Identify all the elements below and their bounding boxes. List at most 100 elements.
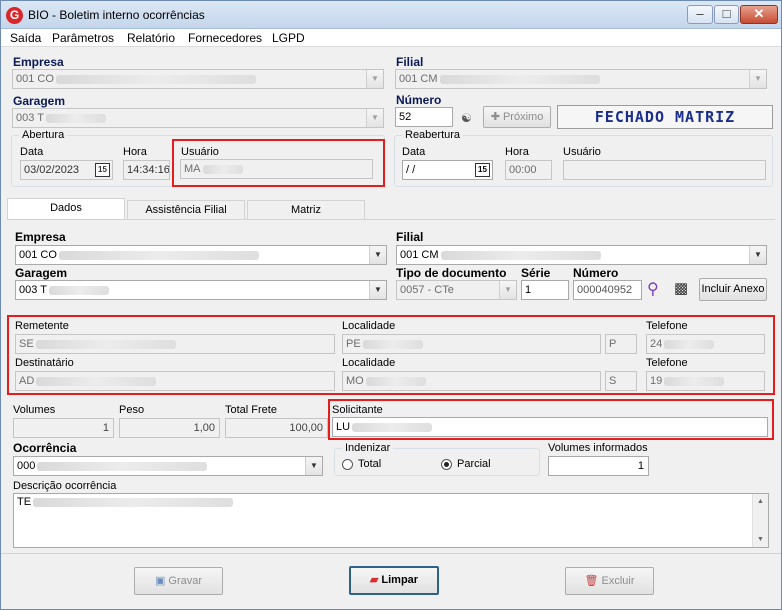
header-numero-label: Número bbox=[396, 93, 442, 107]
close-button[interactable]: ✕ bbox=[740, 5, 778, 24]
dados-empresa-value: 001 CO bbox=[19, 249, 57, 261]
reabertura-hora-input[interactable]: 00:00 bbox=[505, 160, 552, 180]
chevron-down-icon[interactable]: ▼ bbox=[366, 109, 383, 127]
indenizar-parcial-radio[interactable] bbox=[441, 459, 452, 470]
indenizar-title: Indenizar bbox=[342, 442, 394, 454]
descricao-scrollbar[interactable]: ▲ ▼ bbox=[752, 494, 768, 547]
tipo-doc-select[interactable]: 0057 - CTe ▼ bbox=[396, 280, 517, 300]
abertura-hora-label: Hora bbox=[123, 146, 147, 158]
proximo-label: Próximo bbox=[502, 111, 544, 123]
scroll-down-icon[interactable]: ▼ bbox=[753, 532, 768, 547]
volumes-informados-input[interactable]: 1 bbox=[548, 456, 649, 476]
descricao-textarea[interactable]: TE ▲ ▼ bbox=[13, 493, 769, 548]
app-logo-icon: G bbox=[6, 7, 23, 24]
chevron-down-icon[interactable]: ▼ bbox=[499, 281, 516, 299]
header-filial-select[interactable]: 001 CM ▼ bbox=[395, 69, 767, 89]
gravar-button[interactable]: ▣ Gravar bbox=[134, 567, 223, 595]
menu-parametros[interactable]: Parâmetros bbox=[52, 31, 114, 45]
tipo-doc-label: Tipo de documento bbox=[396, 266, 507, 280]
incluir-anexo-button[interactable]: Incluir Anexo bbox=[699, 278, 767, 301]
menu-lgpd[interactable]: LGPD bbox=[272, 31, 305, 45]
abertura-title: Abertura bbox=[19, 129, 68, 141]
chevron-down-icon[interactable]: ▼ bbox=[369, 246, 386, 264]
abertura-hora-input[interactable]: 14:34:16 bbox=[123, 160, 170, 180]
serie-input[interactable]: 1 bbox=[521, 280, 569, 300]
dados-empresa-label: Empresa bbox=[15, 230, 66, 244]
indenizar-total-radio[interactable] bbox=[342, 459, 353, 470]
chevron-down-icon[interactable]: ▼ bbox=[369, 281, 386, 299]
abertura-data-label: Data bbox=[20, 146, 44, 158]
chevron-down-icon[interactable]: ▼ bbox=[305, 457, 322, 475]
dados-garagem-select[interactable]: 003 T ▼ bbox=[15, 280, 387, 300]
indenizar-total-label[interactable]: Total bbox=[358, 458, 381, 470]
tipo-doc-value: 0057 - CTe bbox=[400, 284, 454, 296]
scanner-icon[interactable]: ▩ bbox=[674, 279, 688, 297]
chevron-down-icon[interactable]: ▼ bbox=[366, 70, 383, 88]
eraser-icon: ▰ bbox=[369, 574, 382, 586]
limpar-label: Limpar bbox=[381, 574, 419, 586]
header-empresa-label: Empresa bbox=[13, 55, 64, 69]
proximo-button[interactable]: ✚ Próximo bbox=[483, 106, 551, 128]
chevron-down-icon[interactable]: ▼ bbox=[749, 246, 766, 264]
tab-matriz[interactable]: Matriz bbox=[247, 200, 365, 220]
menu-relatorio[interactable]: Relatório bbox=[127, 31, 175, 45]
serie-label: Série bbox=[521, 266, 551, 280]
title-bar[interactable]: G BIO - Boletim interno ocorrências – □ … bbox=[1, 1, 781, 29]
calendar-icon[interactable]: 15 bbox=[95, 163, 110, 177]
tab-strip: Dados Assistência Filial Matriz bbox=[7, 198, 775, 220]
dados-garagem-label: Garagem bbox=[15, 266, 68, 280]
total-frete-input[interactable]: 100,00 bbox=[225, 418, 328, 438]
ocorrencia-select[interactable]: 000 ▼ bbox=[13, 456, 323, 476]
abertura-data-input[interactable]: 03/02/2023 15 bbox=[20, 160, 113, 180]
minimize-button[interactable]: – bbox=[687, 5, 713, 24]
ocorrencia-label: Ocorrência bbox=[13, 441, 77, 455]
header-garagem-label: Garagem bbox=[13, 94, 66, 108]
tab-dados[interactable]: Dados bbox=[7, 198, 125, 220]
footer-divider bbox=[1, 553, 781, 554]
reabertura-data-value: / / bbox=[406, 164, 416, 176]
peso-input[interactable]: 1,00 bbox=[119, 418, 220, 438]
indenizar-parcial-label[interactable]: Parcial bbox=[457, 458, 491, 470]
descricao-label: Descrição ocorrência bbox=[13, 480, 117, 492]
reabertura-data-input[interactable]: / / 15 bbox=[402, 160, 493, 180]
excluir-label: Excluir bbox=[601, 575, 635, 587]
header-numero-input[interactable]: 52 bbox=[395, 107, 453, 127]
tab-assistencia-filial[interactable]: Assistência Filial bbox=[127, 200, 245, 220]
menu-bar: Saída Parâmetros Relatório Fornecedores … bbox=[1, 29, 781, 47]
reabertura-usuario-label: Usuário bbox=[563, 146, 601, 158]
abertura-data-value: 03/02/2023 bbox=[24, 164, 80, 176]
maximize-button[interactable]: □ bbox=[714, 5, 739, 24]
menu-saida[interactable]: Saída bbox=[10, 31, 41, 45]
dados-filial-label: Filial bbox=[396, 230, 424, 244]
scroll-up-icon[interactable]: ▲ bbox=[753, 494, 768, 509]
dados-garagem-value: 003 T bbox=[19, 284, 47, 296]
header-empresa-select[interactable]: 001 CO ▼ bbox=[12, 69, 384, 89]
dados-numero-input[interactable]: 000040952 bbox=[573, 280, 642, 300]
header-empresa-value: 001 CO bbox=[16, 73, 54, 85]
dados-filial-value: 001 CM bbox=[400, 249, 439, 261]
header-garagem-select[interactable]: 003 T ▼ bbox=[12, 108, 384, 128]
reabertura-usuario-input[interactable] bbox=[563, 160, 766, 180]
descricao-value: TE bbox=[17, 496, 32, 508]
calendar-icon[interactable]: 15 bbox=[475, 163, 490, 177]
header-filial-value: 001 CM bbox=[399, 73, 438, 85]
menu-fornecedores[interactable]: Fornecedores bbox=[188, 31, 262, 45]
limpar-button[interactable]: ▰ Limpar bbox=[349, 566, 439, 595]
total-frete-label: Total Frete bbox=[225, 404, 277, 416]
reabertura-data-label: Data bbox=[402, 146, 426, 158]
dados-empresa-select[interactable]: 001 CO ▼ bbox=[15, 245, 387, 265]
excluir-button[interactable]: 🗑 Excluir bbox=[565, 567, 654, 595]
main-window: G BIO - Boletim interno ocorrências – □ … bbox=[0, 0, 782, 610]
chevron-down-icon[interactable]: ▼ bbox=[749, 70, 766, 88]
gravar-label: Gravar bbox=[168, 575, 203, 587]
header-garagem-value: 003 T bbox=[16, 112, 44, 124]
plus-icon: ✚ bbox=[490, 111, 503, 123]
volumes-input[interactable]: 1 bbox=[13, 418, 114, 438]
binoculars-icon[interactable]: ☯ bbox=[461, 111, 472, 125]
search-icon[interactable]: ⚲ bbox=[647, 279, 659, 299]
dados-filial-select[interactable]: 001 CM ▼ bbox=[396, 245, 767, 265]
highlight-usuario bbox=[172, 139, 385, 187]
dados-numero-label: Número bbox=[573, 266, 619, 280]
highlight-remetente-destinatario bbox=[7, 315, 775, 395]
volumes-label: Volumes bbox=[13, 404, 56, 416]
